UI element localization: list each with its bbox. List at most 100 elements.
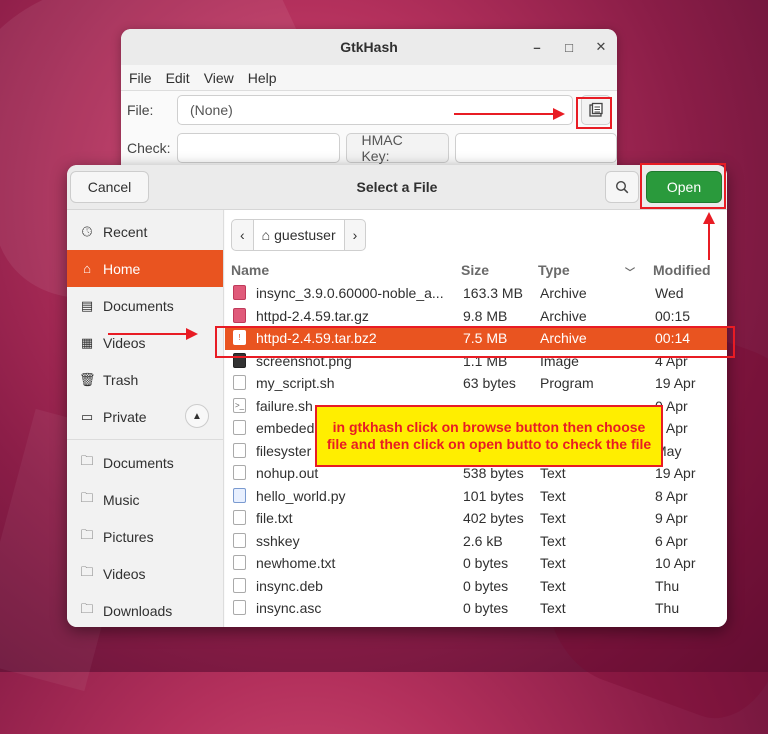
gtkhash-window: GtkHash – □ ✕ File Edit View Help File: … (121, 29, 617, 179)
file-row[interactable]: insync_3.9.0.60000-noble_a... 163.3 MB Arc… (225, 282, 727, 305)
file-row[interactable]: insync.asc 0 bytes Text Thu (225, 597, 727, 620)
file-type: Text (540, 532, 566, 549)
file-name: sshkey (256, 532, 300, 549)
gtkhash-titlebar[interactable]: GtkHash – □ ✕ (121, 29, 617, 65)
file-size: 0 bytes (463, 577, 509, 594)
file-size: 402 bytes (463, 510, 524, 526)
file-row[interactable]: hello_world.py 101 bytes Text 8 Apr (225, 485, 727, 508)
text-file-icon (233, 465, 246, 480)
sidebar-item-trash[interactable]: 🗑︎ Trash (67, 361, 223, 398)
sidebar-item-label: Pictures (103, 528, 154, 545)
file-size: 538 bytes (463, 465, 524, 481)
sidebar-item-downloads[interactable]: 🗀︎ Downloads (67, 592, 223, 627)
sidebar-item-documents[interactable]: ▤ Documents (67, 287, 223, 324)
menu-view[interactable]: View (204, 70, 234, 86)
file-modified: Wed (655, 285, 684, 301)
file-value: (None) (190, 102, 233, 118)
file-row[interactable]: sshkey 2.6 kB Text 6 Apr (225, 530, 727, 553)
file-name: file.txt (256, 510, 293, 526)
sidebar-item-pictures[interactable]: 🗀︎ Pictures (67, 518, 223, 555)
chevron-down-icon[interactable]: ﹀ (625, 264, 635, 279)
file-row[interactable]: insync.deb 0 bytes Text Thu (225, 575, 727, 598)
archive-icon (233, 285, 246, 300)
file-row[interactable]: httpd-2.4.59.tar.gz 9.8 MB Archive 00:15 (225, 305, 727, 328)
column-size[interactable]: Size (461, 262, 489, 278)
sidebar-item-bookmark-documents[interactable]: 🗀︎ Documents (67, 444, 223, 481)
file-type: Text (540, 465, 566, 481)
chevron-left-icon[interactable]: ‹ (232, 220, 253, 250)
file-modified: 8 Apr (655, 487, 688, 504)
file-name: failure.sh (256, 397, 313, 414)
file-field[interactable]: (None) (177, 95, 573, 125)
document-icon: ▤ (80, 297, 94, 313)
cancel-button[interactable]: Cancel (70, 171, 149, 203)
minimize-icon[interactable]: – (529, 40, 545, 55)
menu-help[interactable]: Help (248, 70, 277, 86)
annotation-arrow-open (708, 222, 710, 260)
sidebar-item-home[interactable]: ⌂ Home (67, 250, 223, 287)
python-file-icon (233, 487, 246, 503)
folder-icon: 🗀︎ (80, 526, 94, 542)
annotation-arrow-file (108, 333, 188, 335)
sidebar-item-label: Home (103, 260, 141, 277)
hmac-key-toggle[interactable]: HMAC Key: (346, 132, 450, 164)
film-icon: ▦ (80, 334, 94, 350)
file-row: File: (None) (121, 91, 617, 129)
home-icon: ⌂ (83, 261, 91, 276)
search-button[interactable] (605, 171, 639, 203)
menu-file[interactable]: File (129, 70, 152, 86)
annotation-browse-highlight (576, 97, 612, 129)
annotation-file-highlight (215, 326, 735, 358)
column-type[interactable]: Type (538, 262, 570, 278)
sidebar-item-label: Videos (103, 334, 146, 351)
column-name[interactable]: Name (231, 262, 269, 278)
file-size: 0 bytes (463, 600, 509, 616)
file-size: 101 bytes (463, 487, 524, 504)
file-name: newhome.txt (256, 555, 336, 571)
file-name: insync.asc (256, 600, 322, 616)
file-size: 2.6 kB (463, 532, 503, 549)
sidebar-item-private[interactable]: ▭ Private ▲ (67, 398, 223, 435)
sidebar-item-music[interactable]: 🗀︎ Music (67, 481, 223, 518)
check-field[interactable] (176, 133, 341, 163)
dialog-header: Cancel Select a File Open (67, 165, 727, 210)
eject-icon[interactable]: ▲ (185, 404, 209, 428)
check-label: Check: (127, 140, 171, 156)
sidebar-item-label: Downloads (103, 602, 173, 619)
close-icon[interactable]: ✕ (593, 39, 609, 55)
column-modified[interactable]: Modified (653, 262, 711, 278)
path-navigation: ‹ ⌂ guestuser › (231, 219, 367, 251)
home-icon: ⌂ (261, 227, 271, 243)
sidebar-item-recent[interactable]: 🕓︎ Recent (67, 213, 223, 250)
file-type: Archive (540, 307, 587, 324)
hmac-key-field[interactable] (455, 133, 617, 163)
file-name: embeded (256, 420, 315, 436)
window-controls: – □ ✕ (529, 29, 609, 65)
text-file-icon (233, 375, 246, 390)
file-modified: 19 Apr (655, 465, 696, 481)
column-headers: Name Size Type ﹀ Modified (225, 260, 727, 280)
file-modified: Thu (655, 577, 680, 594)
file-row[interactable]: newhome.txt 0 bytes Text 10 Apr (225, 552, 727, 575)
script-icon: >_ (233, 397, 246, 413)
file-row[interactable]: file.txt 402 bytes Text 9 Apr (225, 507, 727, 530)
text-file-icon (233, 442, 246, 458)
maximize-icon[interactable]: □ (561, 40, 577, 55)
file-size: 9.8 MB (463, 307, 508, 324)
file-row[interactable]: my_script.sh 63 bytes Program 19 Apr (225, 372, 727, 395)
file-name: insync_3.9.0.60000-noble_a... (256, 285, 444, 301)
file-size: 63 bytes (463, 375, 516, 391)
path-segment-home[interactable]: ⌂ guestuser (252, 220, 345, 250)
file-name: filesyster (256, 442, 312, 459)
file-chooser-dialog: Cancel Select a File Open 🕓︎ Recent ⌂ Ho… (67, 165, 727, 627)
file-type: Text (540, 600, 566, 616)
folder-icon: 🗀︎ (80, 563, 94, 579)
sidebar-item-label: Recent (103, 223, 148, 240)
hmac-label: HMAC Key: (361, 132, 403, 164)
sidebar-item-videos[interactable]: ▦ Videos (67, 324, 223, 361)
menu-edit[interactable]: Edit (166, 70, 190, 86)
text-file-icon (233, 532, 246, 548)
file-modified: Thu (655, 600, 680, 616)
chevron-right-icon[interactable]: › (345, 220, 366, 250)
sidebar-item-bookmark-videos[interactable]: 🗀︎ Videos (67, 555, 223, 592)
